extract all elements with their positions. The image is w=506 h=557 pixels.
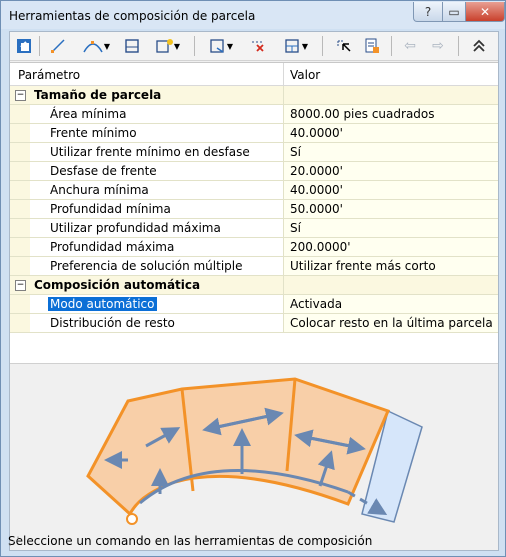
resize-grip-icon[interactable]: ⋰ xyxy=(8,534,496,548)
select-parcel-button[interactable] xyxy=(14,36,34,56)
arc-icon xyxy=(83,41,103,53)
property-label: Profundidad máxima xyxy=(50,240,175,254)
close-icon: ✕ xyxy=(479,4,491,19)
property-row[interactable]: Preferencia de solución múltiple Utiliza… xyxy=(10,257,498,276)
chevron-down-icon: ▼ xyxy=(173,41,181,51)
pick-cursor-icon xyxy=(337,40,351,52)
vertex-add-icon xyxy=(210,39,224,53)
property-row[interactable]: Profundidad máxima 200.0000' xyxy=(10,238,498,257)
start-point xyxy=(126,513,138,525)
category-label: Composición automática xyxy=(34,278,201,292)
property-grid: Parámetro Valor − Tamaño de parcela Área … xyxy=(10,62,498,363)
property-label: Anchura mínima xyxy=(50,183,149,197)
property-value[interactable]: 40.0000' xyxy=(290,126,343,140)
parcel-icon xyxy=(17,39,31,53)
property-value[interactable]: Sí xyxy=(290,221,301,235)
property-row[interactable]: Utilizar profundidad máxima Sí xyxy=(10,219,498,238)
window-title: Herramientas de composición de parcela xyxy=(9,9,256,23)
delete-icon xyxy=(252,41,264,52)
swing-line-button[interactable]: ▼ xyxy=(78,36,114,56)
collapse-icon[interactable]: − xyxy=(15,90,26,101)
property-label: Distribución de resto xyxy=(50,316,175,330)
break-apart-button[interactable]: ▼ xyxy=(278,36,314,56)
close-button[interactable]: ✕ xyxy=(465,2,505,22)
property-row[interactable]: Anchura mínima 40.0000' xyxy=(10,181,498,200)
chevron-down-icon: ▼ xyxy=(301,41,309,51)
grid-header: Parámetro Valor xyxy=(10,63,498,86)
undo-icon: ⇦ xyxy=(404,38,416,54)
edit-properties-button[interactable] xyxy=(362,36,382,56)
status-bar: Seleccione un comando en las herramienta… xyxy=(8,531,498,550)
property-value[interactable]: 40.0000' xyxy=(290,183,343,197)
property-label: Área mínima xyxy=(50,107,127,121)
toolbar: ▼ ▼ ▼ ▼ ⇦ ⇨ xyxy=(10,32,498,61)
property-row[interactable]: Frente mínimo 40.0000' xyxy=(10,124,498,143)
property-value[interactable]: Colocar resto en la última parcela xyxy=(290,316,493,330)
sparkle-icon xyxy=(156,39,173,53)
delete-vertex-button[interactable] xyxy=(248,36,268,56)
redo-button[interactable]: ⇨ xyxy=(428,36,448,56)
collapse-icon[interactable]: − xyxy=(15,280,26,291)
title-bar: Herramientas de composición de parcela ?… xyxy=(1,1,505,29)
property-value[interactable]: Utilizar frente más corto xyxy=(290,259,436,273)
property-value[interactable]: Sí xyxy=(290,145,301,159)
split-icon xyxy=(285,39,299,53)
property-row[interactable]: Distribución de resto Colocar resto en l… xyxy=(10,314,498,333)
maximize-button[interactable]: ▭ xyxy=(442,2,466,22)
property-label: Utilizar frente mínimo en desfase xyxy=(50,145,250,159)
collapse-button[interactable] xyxy=(468,36,490,56)
category-parcel-size[interactable]: − Tamaño de parcela xyxy=(10,86,498,105)
layout-preview-illustration xyxy=(10,363,498,532)
category-automatic-layout[interactable]: − Composición automática xyxy=(10,276,498,295)
maximize-icon: ▭ xyxy=(448,4,460,19)
pick-subentity-button[interactable] xyxy=(334,36,354,56)
property-value[interactable]: 8000.00 pies cuadrados xyxy=(290,107,435,121)
property-label: Profundidad mínima xyxy=(50,202,171,216)
parcel-diagram xyxy=(86,377,423,525)
property-row[interactable]: Profundidad mínima 50.0000' xyxy=(10,200,498,219)
property-value[interactable]: Activada xyxy=(290,297,342,311)
property-label: Desfase de frente xyxy=(50,164,157,178)
client-area: ▼ ▼ ▼ ▼ ⇦ ⇨ Parámetro Valor − Tamaño de … xyxy=(8,31,499,551)
parameter-column-header: Parámetro xyxy=(18,68,81,82)
parcel-lot xyxy=(86,377,391,517)
property-label: Utilizar profundidad máxima xyxy=(50,221,221,235)
property-row[interactable]: Área mínima 8000.00 pies cuadrados xyxy=(10,105,498,124)
double-chevron-up-icon xyxy=(473,39,485,52)
free-form-create-button[interactable]: ▼ xyxy=(150,36,186,56)
chevron-down-icon: ▼ xyxy=(226,41,234,51)
category-label: Tamaño de parcela xyxy=(34,88,162,102)
properties-icon xyxy=(365,38,379,53)
property-row-selected[interactable]: Modo automático Activada xyxy=(10,295,498,314)
line-icon xyxy=(51,39,65,53)
chevron-down-icon: ▼ xyxy=(103,41,111,51)
value-column-header: Valor xyxy=(290,68,321,82)
add-segment-button[interactable] xyxy=(122,36,142,56)
help-button[interactable]: ? xyxy=(413,2,443,22)
property-label: Preferencia de solución múltiple xyxy=(50,259,243,273)
property-label: Modo automático xyxy=(48,297,157,311)
property-value[interactable]: 50.0000' xyxy=(290,202,343,216)
add-vertex-button[interactable]: ▼ xyxy=(203,36,239,56)
redo-icon: ⇨ xyxy=(432,38,444,54)
property-value[interactable]: 20.0000' xyxy=(290,164,343,178)
property-value[interactable]: 200.0000' xyxy=(290,240,351,254)
property-row[interactable]: Utilizar frente mínimo en desfase Sí xyxy=(10,143,498,162)
parcel-layout-tools-window: Herramientas de composición de parcela ?… xyxy=(0,0,506,557)
property-label: Frente mínimo xyxy=(50,126,137,140)
slide-line-button[interactable] xyxy=(48,36,68,56)
undo-button[interactable]: ⇦ xyxy=(400,36,420,56)
property-row[interactable]: Desfase de frente 20.0000' xyxy=(10,162,498,181)
help-icon: ? xyxy=(424,4,432,19)
frame-icon xyxy=(125,39,139,53)
